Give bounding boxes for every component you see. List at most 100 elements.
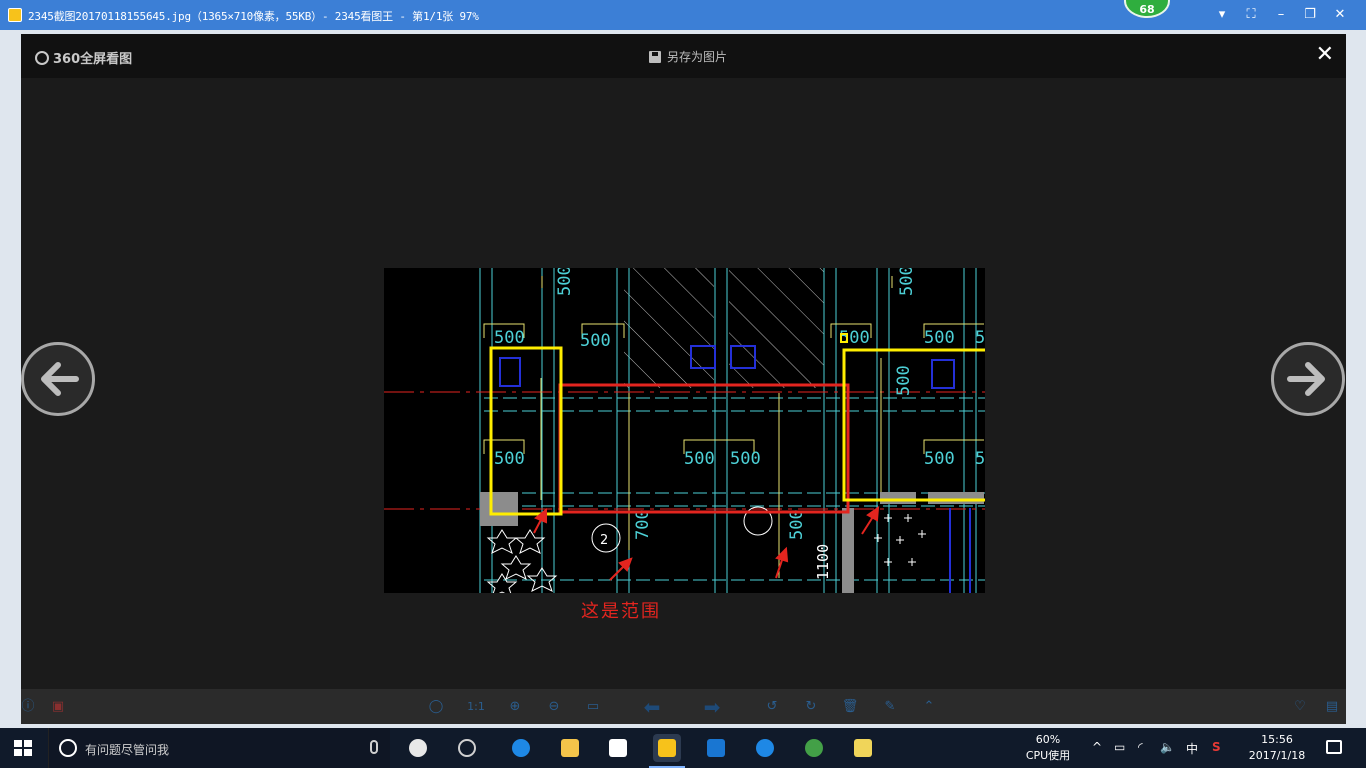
hatch-area — [729, 268, 824, 388]
folder-icon[interactable]: ▤ — [1323, 698, 1341, 716]
info-icon[interactable]: ⓘ — [19, 698, 37, 716]
expand-up-icon[interactable]: ⌃ — [920, 698, 938, 716]
hatch-area — [624, 268, 714, 388]
battery-icon[interactable]: ▭ — [1114, 740, 1125, 754]
window-title: 2345截图20170118155645.jpg（1365×710像素，55KB… — [28, 10, 479, 23]
app-icon — [8, 8, 22, 22]
cpu-usage[interactable]: 60% CPU使用 — [1024, 732, 1072, 764]
taskbar-app-notes[interactable] — [849, 734, 877, 762]
save-as-image-button[interactable]: 另存为图片 — [649, 48, 727, 65]
dim-text: 500 — [924, 449, 955, 469]
taskbar-app-explorer[interactable] — [556, 734, 584, 762]
taskbar-app-2345browser[interactable] — [751, 734, 779, 762]
zoom-out-icon[interactable]: ⊖ — [545, 698, 563, 716]
action-center-icon[interactable] — [1326, 740, 1342, 754]
plus-pattern — [874, 514, 926, 566]
volume-icon[interactable]: 🔈 — [1160, 740, 1175, 754]
plus-tool-icon — [707, 739, 725, 757]
rotate-right-icon[interactable]: ↻ — [802, 698, 820, 716]
notepad-icon — [854, 739, 872, 757]
taskbar-app-store[interactable] — [604, 734, 632, 762]
dim-text: 5 — [975, 449, 985, 469]
cpu-percent: 60% — [1035, 733, 1061, 746]
actual-size-button[interactable]: 1:1 — [464, 698, 488, 716]
store-icon — [609, 739, 627, 757]
cpu-label: CPU使用 — [1025, 749, 1071, 762]
rotate-left-icon[interactable]: ↺ — [763, 698, 781, 716]
folder-icon — [561, 739, 579, 757]
restore-icon[interactable]: ❐ — [1300, 5, 1320, 25]
taskbar-app-edge[interactable] — [507, 734, 535, 762]
column-block — [842, 508, 854, 593]
360-logo-icon — [35, 50, 49, 65]
fullscreen-icon[interactable]: ⛶ — [1241, 5, 1261, 25]
range-caption: 这是范围 — [581, 601, 661, 622]
sogou-ime-icon[interactable]: S — [1212, 740, 1221, 754]
chevron-up-icon[interactable]: ^ — [1092, 740, 1102, 754]
column-block — [480, 492, 518, 526]
cortana-search-box[interactable]: 有问题尽管问我 — [48, 728, 390, 768]
notification-badge[interactable]: 68 — [1124, 0, 1170, 18]
dim-text: 500 — [839, 328, 870, 348]
save-as-label: 另存为图片 — [667, 50, 728, 64]
dim-text: 500 — [580, 331, 611, 351]
dim-text: 1100 — [814, 544, 832, 580]
windows-start-icon[interactable] — [14, 740, 32, 756]
next-arrow-icon[interactable]: ➡ — [695, 697, 729, 717]
minimize-icon[interactable]: – — [1271, 5, 1291, 25]
arrow-right-icon — [1287, 362, 1325, 396]
cad-drawing-image: 500 500 500 500 500 500 500 500 5 5 500 … — [384, 268, 985, 593]
gift-icon[interactable]: ▣ — [49, 698, 67, 716]
flower-icon — [409, 739, 427, 757]
taskbar-app-browser[interactable] — [453, 734, 481, 762]
dim-text: 500 — [494, 449, 525, 469]
taskbar-app-updater[interactable] — [800, 734, 828, 762]
dim-text: 500 — [730, 449, 761, 469]
dropdown-icon[interactable]: ▾ — [1212, 5, 1232, 25]
image-viewer-icon — [658, 739, 676, 757]
column-block — [928, 492, 984, 504]
previous-arrow-icon[interactable]: ⬅ — [635, 697, 669, 717]
taskbar-app-tool[interactable] — [702, 734, 730, 762]
dim-text: 500 — [494, 328, 525, 348]
viewer-toolbar: ⓘ ▣ ◯ 1:1 ⊕ ⊖ ▭ ⬅ ➡ ↺ ↻ 🗑 ✎ ⌃ ♡ ▤ — [21, 689, 1346, 724]
dim-text: 500 — [897, 268, 917, 296]
save-icon — [649, 50, 661, 63]
column-block — [880, 492, 916, 504]
close-viewer-icon[interactable]: ✕ — [1316, 43, 1334, 67]
dim-text: 500 — [894, 365, 914, 396]
brand-label: 360全屏看图 — [53, 52, 133, 67]
dim-text: 5 — [975, 328, 985, 348]
taskbar-app-2345viewer[interactable] — [649, 734, 685, 768]
fit-screen-icon[interactable]: ▭ — [584, 698, 602, 716]
edit-icon[interactable]: ✎ — [881, 698, 899, 716]
system-clock[interactable]: 15:56 2017/1/18 — [1240, 732, 1314, 764]
stone-pattern — [486, 529, 558, 593]
dim-text: 500 — [924, 328, 955, 348]
search-placeholder: 有问题尽管问我 — [85, 743, 170, 757]
favorite-heart-icon[interactable]: ♡ — [1291, 698, 1309, 716]
dim-text: 500 — [684, 449, 715, 469]
refresh-icon — [805, 739, 823, 757]
previous-image-button[interactable] — [21, 342, 95, 416]
dim-text: 700 — [633, 509, 653, 540]
g-browser-icon — [756, 739, 774, 757]
close-window-icon[interactable]: ✕ — [1330, 5, 1350, 25]
swirl-icon — [458, 739, 476, 757]
zoom-in-icon[interactable]: ⊕ — [506, 698, 524, 716]
range-outline-yellow — [489, 346, 563, 516]
clock-time: 15:56 — [1261, 733, 1293, 746]
cortana-icon — [59, 739, 77, 757]
fullscreen-viewer: 360全屏看图 另存为图片 ✕ 500 500 500 500 500 500 … — [21, 34, 1346, 724]
microphone-icon[interactable] — [370, 740, 378, 754]
delete-icon[interactable]: 🗑 — [841, 698, 859, 716]
mouse-icon[interactable]: ◯ — [427, 698, 445, 716]
taskbar-app-photos[interactable] — [404, 734, 432, 762]
next-image-button[interactable] — [1271, 342, 1345, 416]
windows-taskbar: 有问题尽管问我 60% CPU使用 ^ ▭ ◜ 🔈 中 S 15:56 2017… — [0, 728, 1366, 768]
edge-icon — [512, 739, 530, 757]
ime-indicator[interactable]: 中 — [1186, 740, 1198, 757]
viewer-title-bar: 2345截图20170118155645.jpg（1365×710像素，55KB… — [0, 0, 1366, 30]
wifi-icon[interactable]: ◜ — [1138, 740, 1143, 754]
arrow-left-icon — [41, 362, 79, 396]
